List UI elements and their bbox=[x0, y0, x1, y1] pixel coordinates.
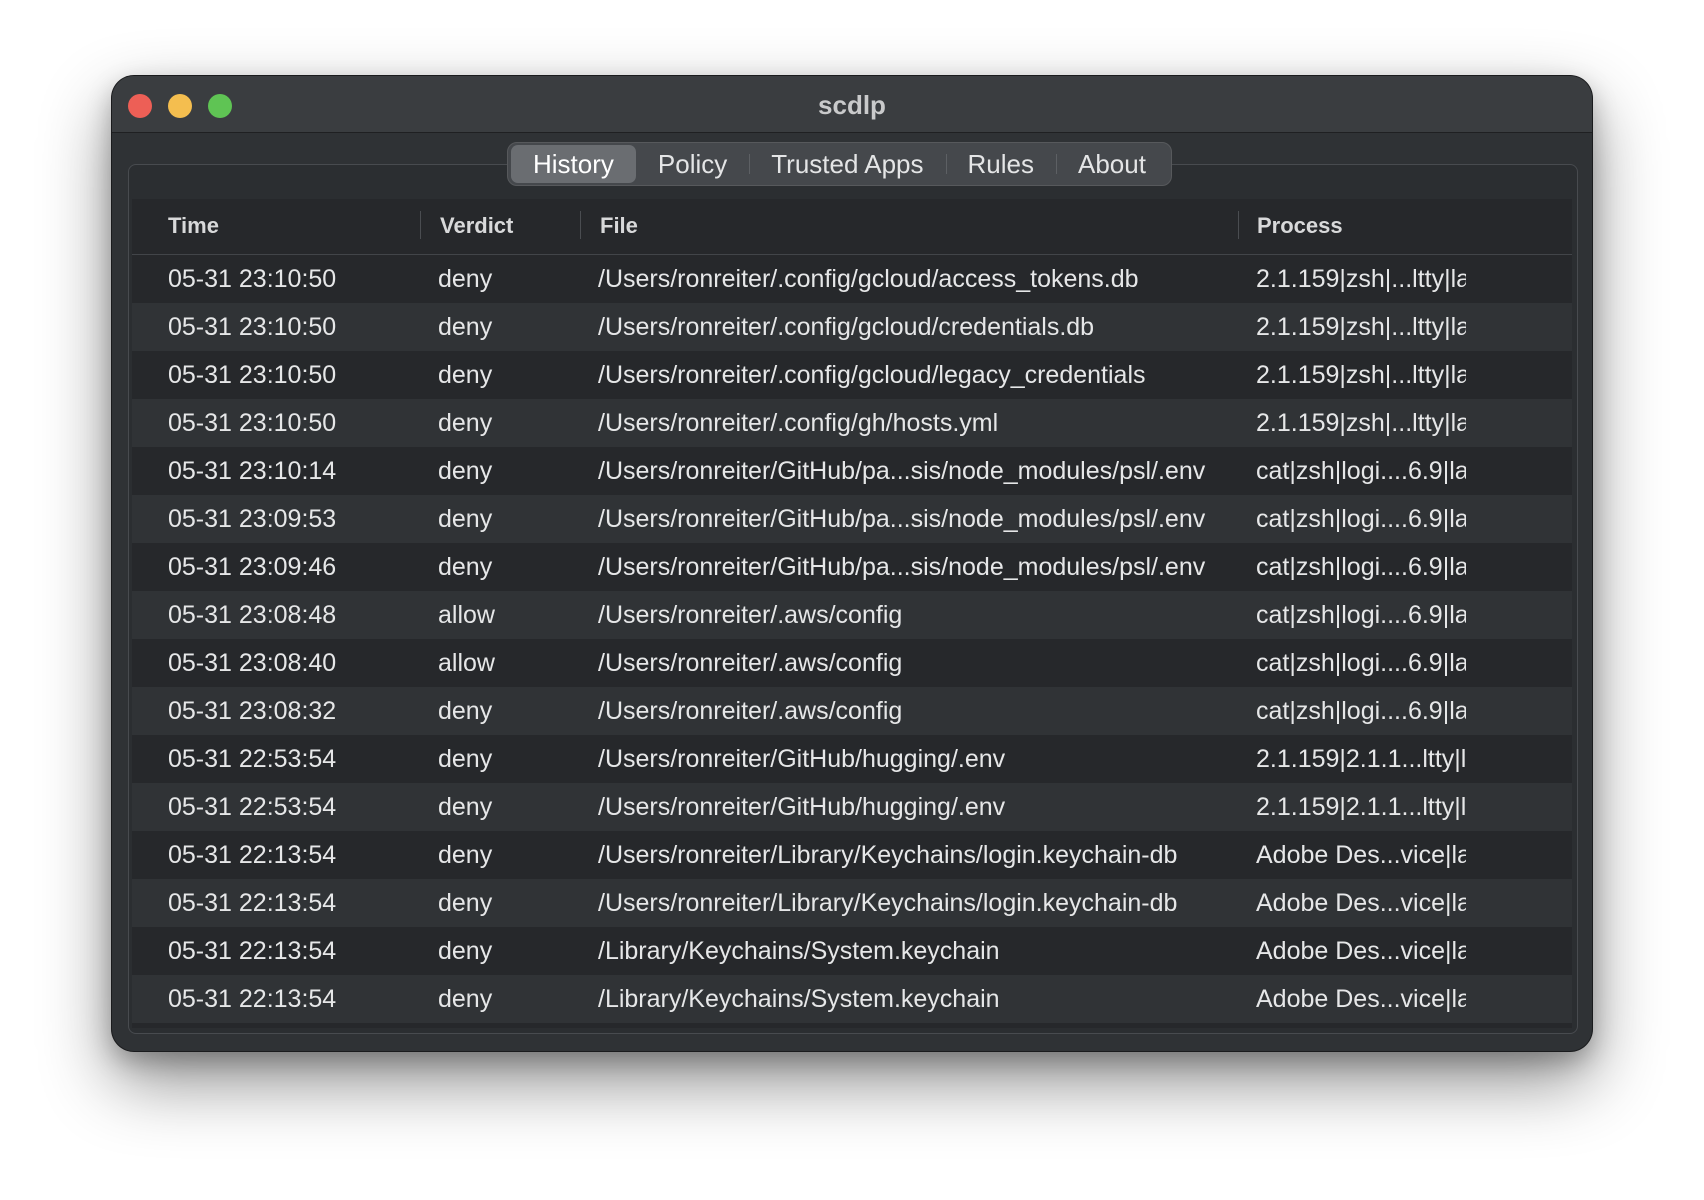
table-row[interactable]: 05-31 23:10:50 deny/Users/ronreiter/.conf… bbox=[132, 351, 1572, 399]
cell-file: /Users/ronreiter/GitHub/pa...sis/node_mo… bbox=[598, 505, 1206, 533]
cell-file: /Users/ronreiter/.config/gcloud/credenti… bbox=[598, 313, 1095, 341]
cell-verdict: deny bbox=[438, 697, 493, 725]
column-header-verdict[interactable]: Verdict bbox=[440, 213, 513, 239]
table-body: 05-31 23:10:50 deny/Users/ronreiter/.conf… bbox=[132, 255, 1572, 1023]
cell-time: 05-31 23:10:14 bbox=[168, 457, 337, 485]
cell-file: /Users/ronreiter/.aws/config bbox=[598, 649, 903, 677]
cell-file: /Users/ronreiter/GitHub/hugging/.env bbox=[598, 793, 1006, 821]
table-row[interactable]: 05-31 23:10:50 deny/Users/ronreiter/.conf… bbox=[132, 255, 1572, 303]
cell-verdict: deny bbox=[438, 361, 493, 389]
cell-time: 05-31 23:10:50 bbox=[168, 361, 337, 389]
table-header: Time Verdict File Process bbox=[132, 199, 1572, 255]
column-divider[interactable] bbox=[420, 211, 421, 239]
cell-process: cat|zsh|logi....6.9|la bbox=[1256, 505, 1466, 533]
cell-process: cat|zsh|logi....6.9|la bbox=[1256, 457, 1466, 485]
column-header-file[interactable]: File bbox=[600, 213, 638, 239]
tab-history[interactable]: History bbox=[511, 145, 636, 183]
cell-verdict: deny bbox=[438, 553, 493, 581]
cell-verdict: allow bbox=[438, 601, 495, 629]
cell-time: 05-31 23:09:46 bbox=[168, 553, 337, 581]
cell-verdict: deny bbox=[438, 265, 493, 293]
cell-verdict: deny bbox=[438, 409, 493, 437]
app-window: scdlp History Policy Trusted Apps Rules … bbox=[112, 76, 1592, 1051]
cell-time: 05-31 23:08:48 bbox=[168, 601, 337, 629]
cell-file: /Users/ronreiter/GitHub/pa...sis/node_mo… bbox=[598, 553, 1206, 581]
cell-time: 05-31 23:10:50 bbox=[168, 265, 337, 293]
tab-rules[interactable]: Rules bbox=[945, 145, 1056, 183]
cell-file: /Users/ronreiter/.config/gcloud/legacy_c… bbox=[598, 361, 1146, 389]
cell-time: 05-31 22:13:54 bbox=[168, 937, 337, 965]
table-row[interactable]: 05-31 23:08:40 allow/Users/ronreiter/.aws… bbox=[132, 639, 1572, 687]
table-row[interactable]: 05-31 22:13:54 deny/Users/ronreiter/Libra… bbox=[132, 879, 1572, 927]
cell-file: /Users/ronreiter/.aws/config bbox=[598, 697, 903, 725]
cell-verdict: deny bbox=[438, 505, 493, 533]
cell-process: Adobe Des...vice|la bbox=[1256, 841, 1466, 869]
cell-file: /Users/ronreiter/.config/gcloud/access_t… bbox=[598, 265, 1139, 293]
cell-file: /Users/ronreiter/Library/Keychains/login… bbox=[598, 841, 1178, 869]
column-header-process[interactable]: Process bbox=[1257, 213, 1343, 239]
column-header-time[interactable]: Time bbox=[168, 213, 219, 239]
cell-process: cat|zsh|logi....6.9|la bbox=[1256, 697, 1466, 725]
cell-verdict: deny bbox=[438, 457, 493, 485]
table-row[interactable]: 05-31 22:13:54 deny/Library/Keychains/Sys… bbox=[132, 975, 1572, 1023]
cell-verdict: deny bbox=[438, 841, 493, 869]
cell-file: /Users/ronreiter/.aws/config bbox=[598, 601, 903, 629]
cell-time: 05-31 22:13:54 bbox=[168, 889, 337, 917]
cell-file: /Library/Keychains/System.keychain bbox=[598, 937, 1000, 965]
cell-process: Adobe Des...vice|la bbox=[1256, 889, 1466, 917]
table-row[interactable]: 05-31 22:53:54 deny/Users/ronreiter/GitHu… bbox=[132, 783, 1572, 831]
table-row[interactable]: 05-31 22:13:54 deny/Users/ronreiter/Libra… bbox=[132, 831, 1572, 879]
cell-process: cat|zsh|logi....6.9|la bbox=[1256, 553, 1466, 581]
cell-file: /Users/ronreiter/.config/gh/hosts.yml bbox=[598, 409, 999, 437]
cell-verdict: deny bbox=[438, 793, 493, 821]
cell-process: Adobe Des...vice|la bbox=[1256, 937, 1466, 965]
cell-process: 2.1.159|zsh|...ltty|la bbox=[1256, 265, 1466, 293]
column-divider[interactable] bbox=[1238, 211, 1239, 239]
cell-time: 05-31 23:09:53 bbox=[168, 505, 337, 533]
table-row[interactable]: 05-31 23:10:50 deny/Users/ronreiter/.conf… bbox=[132, 399, 1572, 447]
cell-verdict: deny bbox=[438, 313, 493, 341]
cell-time: 05-31 23:10:50 bbox=[168, 409, 337, 437]
cell-file: /Users/ronreiter/GitHub/pa...sis/node_mo… bbox=[598, 457, 1206, 485]
cell-time: 05-31 23:08:40 bbox=[168, 649, 337, 677]
window-title: scdlp bbox=[818, 90, 886, 120]
title-bar[interactable]: scdlp bbox=[112, 76, 1592, 133]
table-row[interactable]: 05-31 23:08:48 allow/Users/ronreiter/.aws… bbox=[132, 591, 1572, 639]
cell-process: 2.1.159|2.1.1...ltty|la bbox=[1256, 745, 1466, 773]
cell-time: 05-31 23:08:32 bbox=[168, 697, 337, 725]
cell-time: 05-31 22:53:54 bbox=[168, 745, 337, 773]
cell-process: 2.1.159|2.1.1...ltty|la bbox=[1256, 793, 1466, 821]
cell-time: 05-31 22:13:54 bbox=[168, 985, 337, 1013]
cell-verdict: deny bbox=[438, 889, 493, 917]
tab-policy[interactable]: Policy bbox=[636, 145, 749, 183]
table-row[interactable]: 05-31 23:10:14 deny/Users/ronreiter/GitHu… bbox=[132, 447, 1572, 495]
tab-trusted-apps[interactable]: Trusted Apps bbox=[749, 145, 945, 183]
table-row[interactable]: 05-31 23:09:53 deny/Users/ronreiter/GitHu… bbox=[132, 495, 1572, 543]
cell-process: cat|zsh|logi....6.9|la bbox=[1256, 649, 1466, 677]
table-row[interactable]: 05-31 22:13:54 deny/Library/Keychains/Sys… bbox=[132, 927, 1572, 975]
tab-about[interactable]: About bbox=[1055, 145, 1168, 183]
table-row[interactable]: 05-31 23:09:46 deny/Users/ronreiter/GitHu… bbox=[132, 543, 1572, 591]
cell-file: /Users/ronreiter/GitHub/hugging/.env bbox=[598, 745, 1006, 773]
cell-file: /Library/Keychains/System.keychain bbox=[598, 985, 1000, 1013]
cell-verdict: deny bbox=[438, 937, 493, 965]
cell-time: 05-31 23:10:50 bbox=[168, 313, 337, 341]
cell-verdict: deny bbox=[438, 745, 493, 773]
cell-process: cat|zsh|logi....6.9|la bbox=[1256, 601, 1466, 629]
cell-verdict: deny bbox=[438, 985, 493, 1013]
table-row[interactable]: 05-31 22:53:54 deny/Users/ronreiter/GitHu… bbox=[132, 735, 1572, 783]
table-row[interactable]: 05-31 23:10:50 deny/Users/ronreiter/.conf… bbox=[132, 303, 1572, 351]
table-row[interactable]: 05-31 23:08:32 deny/Users/ronreiter/.aws/… bbox=[132, 687, 1572, 735]
cell-process: 2.1.159|zsh|...ltty|la bbox=[1256, 361, 1466, 389]
cell-process: 2.1.159|zsh|...ltty|la bbox=[1256, 313, 1466, 341]
cell-process: Adobe Des...vice|la bbox=[1256, 985, 1466, 1013]
cell-file: /Users/ronreiter/Library/Keychains/login… bbox=[598, 889, 1178, 917]
cell-time: 05-31 22:53:54 bbox=[168, 793, 337, 821]
column-divider[interactable] bbox=[580, 211, 581, 239]
tab-bar: History Policy Trusted Apps Rules About bbox=[507, 142, 1172, 186]
cell-process: 2.1.159|zsh|...ltty|la bbox=[1256, 409, 1466, 437]
history-table[interactable]: Time Verdict File Process 05-31 23:10:50… bbox=[132, 199, 1572, 1028]
cell-verdict: allow bbox=[438, 649, 495, 677]
cell-time: 05-31 22:13:54 bbox=[168, 841, 337, 869]
